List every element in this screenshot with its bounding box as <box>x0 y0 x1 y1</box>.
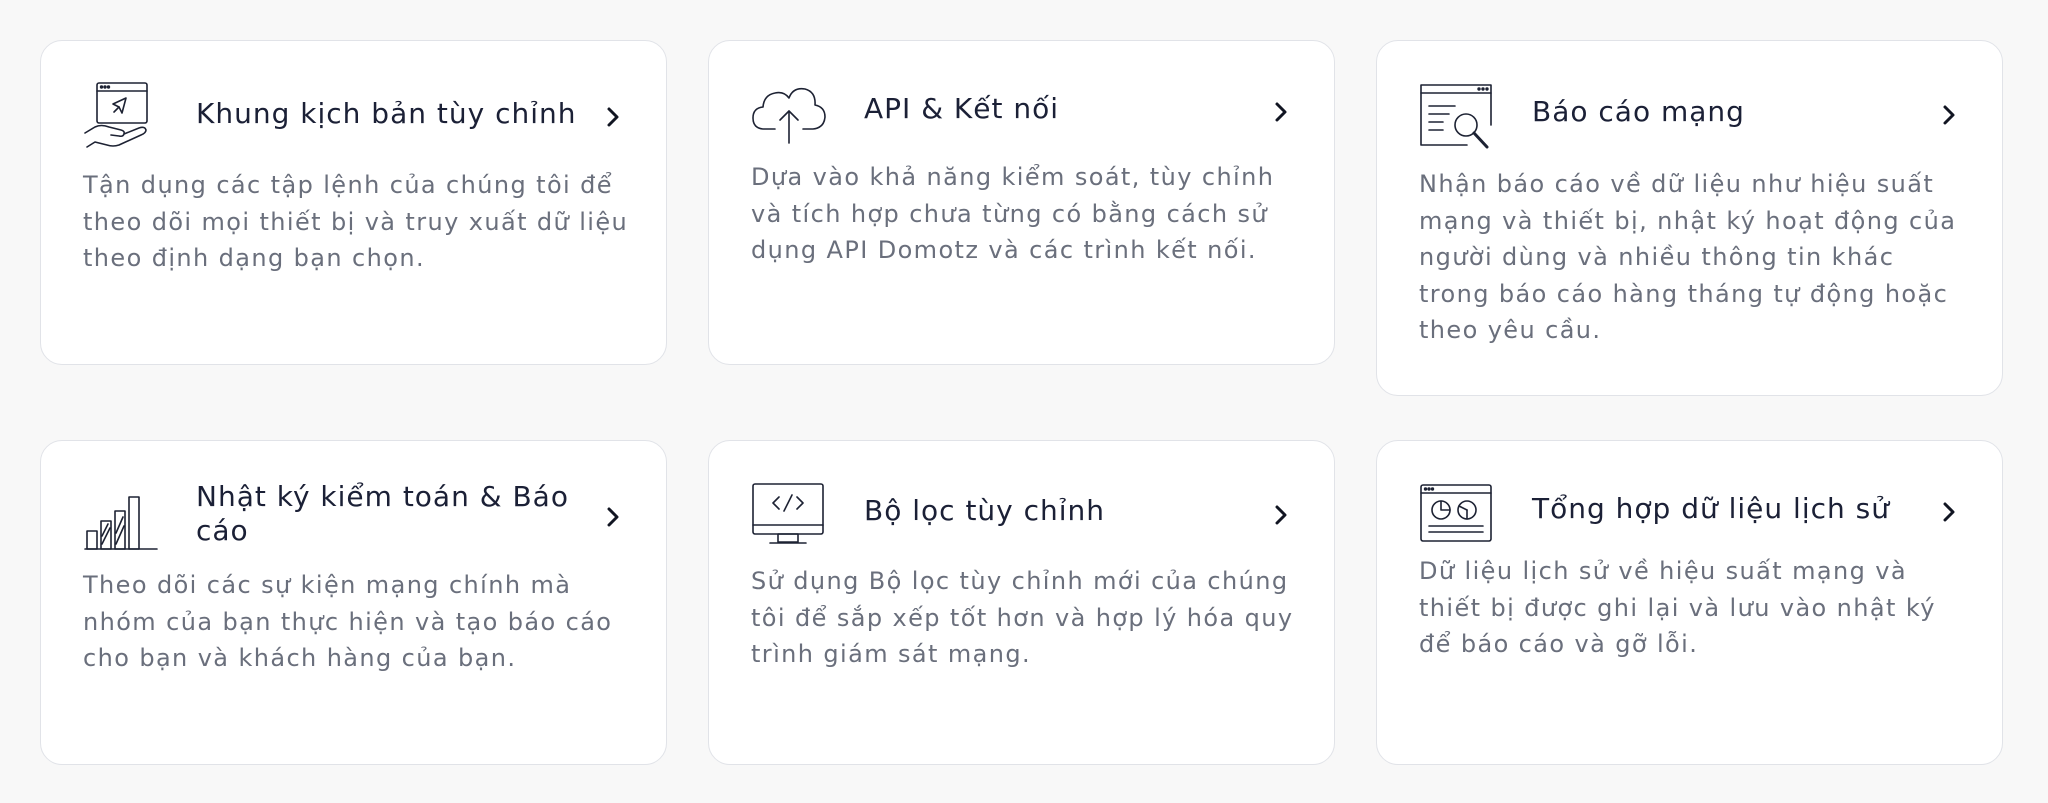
feature-description: Dữ liệu lịch sử về hiệu suất mạng và thi… <box>1419 557 1936 658</box>
report-magnifier-icon <box>1419 81 1495 157</box>
feature-card-historical-data[interactable]: Tổng hợp dữ liệu lịch sử Dữ liệu lịch sử… <box>1376 440 2003 765</box>
feature-title: Khung kịch bản tùy chỉnh <box>196 97 577 130</box>
feature-title: Báo cáo mạng <box>1532 95 1745 128</box>
chevron-right-icon[interactable] <box>606 106 620 128</box>
chevron-right-icon[interactable] <box>1942 104 1956 126</box>
feature-description: Tận dụng các tập lệnh của chúng tôi để t… <box>83 171 629 272</box>
chevron-right-icon[interactable] <box>1274 101 1288 123</box>
feature-description: Nhận báo cáo về dữ liệu như hiệu suất mạ… <box>1419 170 1957 344</box>
feature-card-audit-log[interactable]: Nhật ký kiểm toán & Báo cáo Theo dõi các… <box>40 440 667 765</box>
feature-card-api-connectors[interactable]: API & Kết nối Dựa vào khả năng kiểm soát… <box>708 40 1335 365</box>
chevron-right-icon[interactable] <box>606 506 620 528</box>
chevron-right-icon[interactable] <box>1942 501 1956 523</box>
feature-title: API & Kết nối <box>864 92 1060 125</box>
feature-title: Nhật ký kiểm toán & Báo cáo <box>196 480 569 547</box>
feature-card-custom-scripts[interactable]: Khung kịch bản tùy chỉnh Tận dụng các tậ… <box>40 40 667 365</box>
feature-title: Tổng hợp dữ liệu lịch sử <box>1532 492 1890 525</box>
bar-chart-icon <box>83 481 159 557</box>
feature-description: Theo dõi các sự kiện mạng chính mà nhóm … <box>83 571 613 672</box>
feature-description: Dựa vào khả năng kiểm soát, tùy chỉnh và… <box>751 163 1275 264</box>
feature-description: Sử dụng Bộ lọc tùy chỉnh mới của chúng t… <box>751 567 1294 668</box>
hand-window-rocket-icon <box>83 81 159 157</box>
cloud-upload-icon <box>751 81 827 157</box>
feature-card-network-reports[interactable]: Báo cáo mạng Nhận báo cáo về dữ liệu như… <box>1376 40 2003 396</box>
feature-card-custom-filters[interactable]: Bộ lọc tùy chỉnh Sử dụng Bộ lọc tùy chỉn… <box>708 440 1335 765</box>
chevron-right-icon[interactable] <box>1274 504 1288 526</box>
monitor-code-icon <box>751 481 827 557</box>
feature-title: Bộ lọc tùy chỉnh <box>864 494 1106 527</box>
browser-pie-chart-icon <box>1419 481 1495 557</box>
